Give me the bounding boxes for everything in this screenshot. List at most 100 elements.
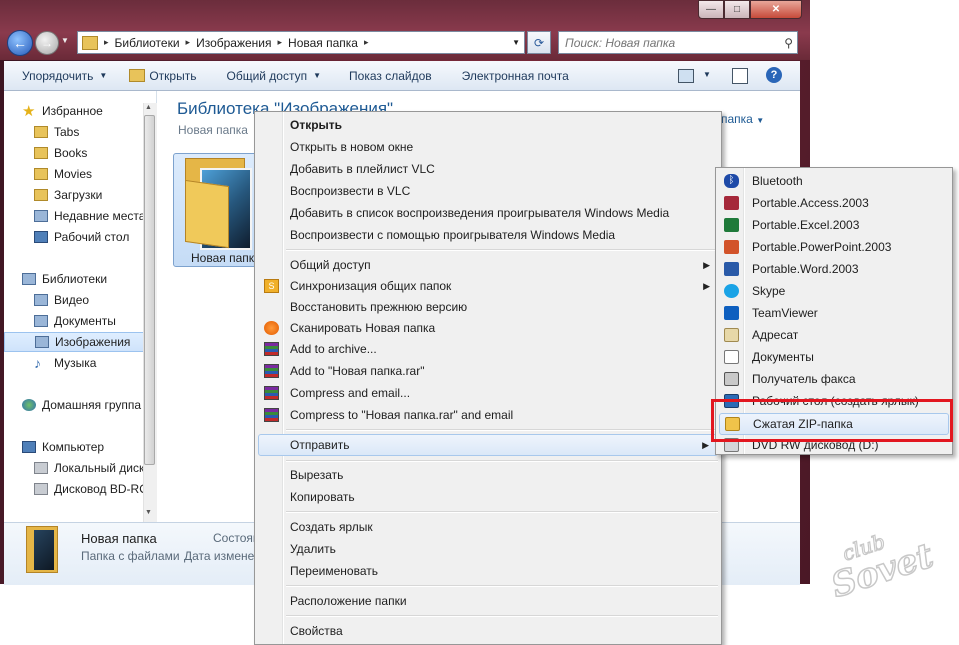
refresh-button[interactable]: ⟳: [527, 31, 551, 54]
menu-item-send-to[interactable]: Отправить ▶: [258, 434, 718, 456]
menu-item-add-wmp-list[interactable]: Добавить в список воспроизведения проигр…: [258, 203, 718, 223]
email-button[interactable]: Электронная почта: [462, 69, 569, 83]
menu-item-compress-rar-email[interactable]: Compress to "Новая папка.rar" and email: [258, 405, 718, 425]
view-icon[interactable]: [678, 69, 694, 83]
folder-item-label: Новая папка: [191, 251, 261, 265]
menu-item-add-archive[interactable]: Add to archive...: [258, 339, 718, 359]
search-input[interactable]: [559, 34, 777, 51]
sendto-word[interactable]: Portable.Word.2003: [719, 259, 949, 279]
local-disk-icon: [34, 462, 48, 474]
video-library-icon: [34, 294, 48, 306]
sendto-documents[interactable]: Документы: [719, 347, 949, 367]
sidebar-item-label: Видео: [54, 293, 90, 307]
sidebar-item-local-disk[interactable]: Локальный диск: [34, 458, 144, 478]
menu-item-share[interactable]: Общий доступ ▶: [258, 255, 718, 275]
forward-button[interactable]: →: [35, 31, 59, 55]
submenu-item-label: Portable.Access.2003: [752, 196, 869, 210]
scrollbar-thumb[interactable]: [144, 115, 155, 465]
minimize-button[interactable]: —: [698, 0, 724, 19]
access-icon: [724, 196, 739, 210]
sendto-skype[interactable]: Skype: [719, 281, 949, 301]
search-box[interactable]: ⚲: [558, 31, 798, 54]
sidebar-item-recent-places[interactable]: Недавние места: [34, 206, 144, 226]
share-button[interactable]: Общий доступ ▼: [226, 69, 321, 83]
menu-item-play-vlc[interactable]: Воспроизвести в VLC: [258, 181, 718, 201]
open-button[interactable]: Открыть: [129, 69, 196, 83]
recent-pages-dropdown[interactable]: ▼: [61, 36, 69, 45]
sidebar-item-label: Загрузки: [54, 188, 103, 202]
sidebar-favorites[interactable]: ★ Избранное: [22, 101, 162, 121]
menu-item-label: Добавить в список воспроизведения проигр…: [290, 206, 670, 220]
menu-item-properties[interactable]: Свойства: [258, 621, 718, 641]
menu-item-label: Восстановить прежнюю версию: [290, 300, 468, 314]
organize-button[interactable]: Упорядочить ▼: [22, 69, 107, 83]
sendto-mail-recipient[interactable]: Адресат: [719, 325, 949, 345]
folder-icon: [34, 168, 48, 180]
arrange-by-link[interactable]: папка ▼: [721, 112, 764, 126]
sidebar-homegroup[interactable]: Домашняя группа: [22, 395, 144, 415]
sendto-access[interactable]: Portable.Access.2003: [719, 193, 949, 213]
menu-item-create-shortcut[interactable]: Создать ярлык: [258, 517, 718, 537]
sendto-bluetooth[interactable]: ᛒ Bluetooth: [719, 171, 949, 191]
address-dropdown-icon[interactable]: ▼: [512, 38, 520, 47]
sidebar-computer[interactable]: Компьютер: [22, 437, 162, 457]
menu-item-cut[interactable]: Вырезать: [258, 465, 718, 485]
menu-item-add-vlc-playlist[interactable]: Добавить в плейлист VLC: [258, 159, 718, 179]
breadcrumb-separator[interactable]: ▸: [186, 37, 191, 48]
address-bar[interactable]: ▸ Библиотеки ▸ Изображения ▸ Новая папка…: [77, 31, 525, 54]
help-icon[interactable]: ?: [766, 67, 782, 83]
menu-item-label: Сканировать Новая папка: [290, 321, 436, 335]
view-dropdown-icon[interactable]: ▼: [703, 70, 711, 79]
breadcrumb-libraries[interactable]: Библиотеки: [115, 36, 180, 50]
sendto-teamviewer[interactable]: TeamViewer: [719, 303, 949, 323]
sidebar-item-bd-rom[interactable]: Дисковод BD-ROM: [34, 479, 144, 499]
sendto-excel[interactable]: Portable.Excel.2003: [719, 215, 949, 235]
menu-item-folder-location[interactable]: Расположение папки: [258, 591, 718, 611]
navigation-pane: ★ Избранное Tabs Books Movies Загрузки Не…: [4, 91, 157, 522]
powerpoint-icon: [724, 240, 739, 254]
menu-item-label: Свойства: [290, 624, 343, 638]
desktop-icon: [34, 231, 48, 243]
submenu-item-label: Получатель факса: [752, 372, 856, 386]
back-button[interactable]: ←: [7, 30, 33, 56]
sidebar-libraries[interactable]: Библиотеки: [22, 269, 162, 289]
sendto-fax[interactable]: Получатель факса: [719, 369, 949, 389]
back-arrow-icon: ←: [13, 35, 27, 51]
menu-item-add-rar[interactable]: Add to "Новая папка.rar": [258, 361, 718, 381]
sendto-powerpoint[interactable]: Portable.PowerPoint.2003: [719, 237, 949, 257]
breadcrumb-separator[interactable]: ▸: [364, 37, 369, 48]
menu-item-compress-email[interactable]: Compress and email...: [258, 383, 718, 403]
breadcrumb-new-folder[interactable]: Новая папка: [288, 36, 358, 50]
scroll-up-icon[interactable]: ▲: [145, 104, 152, 111]
teamviewer-icon: [724, 306, 739, 320]
sidebar-item-label: Избранное: [42, 104, 103, 118]
scroll-down-icon[interactable]: ▼: [145, 509, 152, 516]
menu-item-rename[interactable]: Переименовать: [258, 561, 718, 581]
menu-item-restore-versions[interactable]: Восстановить прежнюю версию: [258, 297, 718, 317]
breadcrumb-separator[interactable]: ▸: [278, 37, 283, 48]
search-icon[interactable]: ⚲: [784, 36, 793, 50]
preview-pane-icon[interactable]: [732, 68, 748, 84]
menu-item-copy[interactable]: Копировать: [258, 487, 718, 507]
menu-item-label: Отправить: [290, 438, 350, 452]
maximize-button[interactable]: □: [724, 0, 750, 19]
menu-item-delete[interactable]: Удалить: [258, 539, 718, 559]
menu-item-open[interactable]: Открыть: [258, 115, 718, 135]
menu-item-scan[interactable]: Сканировать Новая папка: [258, 318, 718, 338]
open-label: Открыть: [149, 68, 197, 83]
breadcrumb-separator[interactable]: ▸: [104, 37, 109, 48]
submenu-item-label: Skype: [752, 284, 786, 298]
breadcrumb-pictures[interactable]: Изображения: [196, 36, 271, 50]
menu-item-sync-shared[interactable]: S Синхронизация общих папок ▶: [258, 276, 718, 296]
close-button[interactable]: ✕: [750, 0, 802, 19]
menu-separator: [286, 429, 718, 431]
library-subtitle: Новая папка: [178, 123, 248, 137]
winrar-icon: [264, 408, 279, 422]
menu-item-play-wmp[interactable]: Воспроизвести с помощью проигрывателя Wi…: [258, 225, 718, 245]
menu-item-label: Переименовать: [290, 564, 378, 578]
documents-icon: [724, 350, 739, 364]
sidebar-item-pictures[interactable]: Изображения: [4, 332, 144, 352]
slideshow-button[interactable]: Показ слайдов: [349, 69, 432, 83]
chevron-down-icon: ▼: [313, 71, 322, 80]
menu-item-open-new-window[interactable]: Открыть в новом окне: [258, 137, 718, 157]
